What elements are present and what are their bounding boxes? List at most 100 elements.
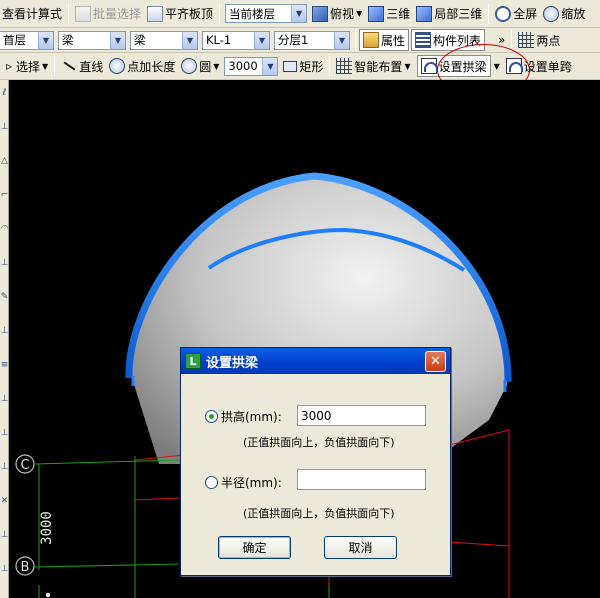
left-tool-icon[interactable]: ⊥ <box>0 258 9 268</box>
batch-select-icon <box>75 5 92 22</box>
batch-select-label: 批量选择 <box>93 7 142 21</box>
left-tool-icon[interactable]: ◠ <box>0 224 9 234</box>
axis-c-label: C <box>20 458 29 473</box>
axis-b-label: B <box>21 560 30 575</box>
member-dropdown[interactable]: KL-1 ▼ <box>202 30 270 50</box>
align-top-button[interactable]: 平齐板顶 <box>144 3 216 25</box>
rectangle-label: 矩形 <box>299 59 324 74</box>
left-tool-icon[interactable]: ⊥ <box>0 462 9 472</box>
radius-option[interactable]: 半径(mm): <box>205 474 282 491</box>
radius-input[interactable] <box>297 469 426 490</box>
properties-label: 属性 <box>381 33 406 48</box>
properties-button[interactable]: 属性 <box>359 29 410 51</box>
left-tool-icon[interactable]: ⊥ <box>0 394 9 404</box>
axis-origin-marker <box>46 593 50 597</box>
circle-label: 圆 <box>199 59 212 74</box>
zoom-button[interactable]: 缩放 <box>540 3 588 25</box>
local-three-d-button[interactable]: 局部三维 <box>413 3 485 25</box>
toolbar-separator <box>329 56 331 76</box>
type-dropdown[interactable]: 梁 ▼ <box>130 30 198 50</box>
chevron-down-icon: ▼ <box>291 5 307 22</box>
top-view-button[interactable]: 俯视 ▼ <box>309 3 365 25</box>
line-button[interactable]: 直线 <box>58 55 106 77</box>
local-three-d-label: 局部三维 <box>434 7 483 21</box>
close-icon: ✕ <box>430 353 441 369</box>
top-view-icon <box>312 5 329 22</box>
toolbar-separator <box>219 3 221 24</box>
floor-dropdown[interactable]: 首层 ▼ <box>0 30 54 50</box>
batch-select-button[interactable]: 批量选择 <box>72 3 144 25</box>
chevron-down-icon: ▼ <box>110 31 125 49</box>
layer-dropdown[interactable]: 分层1 ▼ <box>274 30 350 50</box>
close-button[interactable]: ✕ <box>425 350 446 372</box>
rectangle-icon <box>283 60 298 72</box>
length-value: 3000 <box>228 59 258 73</box>
left-tool-icon[interactable]: ⌐ <box>0 190 9 200</box>
length-input[interactable]: 3000 ▼ <box>224 56 279 76</box>
arch-height-hint: (正值拱面向上，负值拱面向下) <box>243 436 395 449</box>
point-length-icon <box>109 58 126 74</box>
view-formula-label: 查看计算式 <box>2 7 63 21</box>
ok-button[interactable]: 确定 <box>218 536 291 559</box>
smart-layout-button[interactable]: 智能布置 ▼ <box>333 55 413 77</box>
toolbar-separator <box>355 30 356 50</box>
set-single-span-label: 设置单跨 <box>523 59 572 74</box>
dialog-titlebar[interactable]: L 设置拱梁 ✕ <box>181 348 450 374</box>
left-tool-icon[interactable]: ⊥ <box>0 122 9 132</box>
cancel-button[interactable]: 取消 <box>324 536 397 559</box>
chevron-down-icon: ▼ <box>182 31 197 49</box>
point-length-button[interactable]: 点加长度 <box>106 55 178 77</box>
left-tool-icon[interactable]: ℓ <box>0 88 9 98</box>
left-tool-icon[interactable]: ⊥ <box>0 564 9 574</box>
radius-radio[interactable] <box>205 476 218 489</box>
arch-height-option[interactable]: 拱高(mm): <box>205 408 282 425</box>
line-icon <box>61 58 77 74</box>
toolbar-separator <box>68 3 70 24</box>
member-value: KL-1 <box>206 33 232 47</box>
circle-button[interactable]: 圆 ▼ <box>178 55 222 77</box>
magnifier-icon <box>543 5 560 22</box>
left-tool-icon[interactable]: △ <box>0 156 9 166</box>
toolbar-separator <box>54 56 56 76</box>
floor-select-value: 当前楼层 <box>229 6 276 21</box>
two-point-label: 两点 <box>536 33 561 48</box>
left-tool-icon[interactable]: ≡ <box>0 360 9 370</box>
member-list-icon <box>415 32 432 48</box>
arch-height-radio[interactable] <box>205 410 218 423</box>
chevron-down-icon: ▼ <box>254 31 269 49</box>
view-formula-button[interactable]: 查看计算式 <box>0 3 65 25</box>
smart-layout-label: 智能布置 <box>354 59 403 74</box>
floor-select-dropdown[interactable]: 当前楼层 ▼ <box>225 4 308 23</box>
chevron-down-icon: ▼ <box>213 61 220 71</box>
three-d-label: 三维 <box>386 7 411 21</box>
arch-height-label: 拱高(mm): <box>221 410 282 424</box>
floor-value: 首层 <box>3 33 26 47</box>
smart-layout-icon <box>336 58 353 74</box>
line-label: 直线 <box>79 59 104 74</box>
select-button[interactable]: ▹ 选择 ▼ <box>0 55 51 77</box>
fullscreen-button[interactable]: 全屏 <box>492 3 540 25</box>
category-value: 梁 <box>62 33 74 47</box>
app-icon: L <box>185 353 201 369</box>
set-arch-beam-dialog: L 设置拱梁 ✕ 拱高(mm): (正值拱面向上，负值拱面向下) 半径(mm):… <box>180 347 451 576</box>
properties-icon <box>363 32 379 48</box>
left-tool-icon[interactable]: ✕ <box>0 496 9 506</box>
chevron-down-icon: ▼ <box>38 31 53 49</box>
arch-height-input[interactable] <box>297 405 426 426</box>
left-tool-icon[interactable]: ✎ <box>0 292 9 302</box>
rectangle-button[interactable]: 矩形 <box>280 55 326 77</box>
main-toolbar: 查看计算式 批量选择 平齐板顶 当前楼层 ▼ 俯视 ▼ 三维 局部三维 全屏 缩放 <box>0 0 600 28</box>
category-dropdown[interactable]: 梁 ▼ <box>58 30 126 50</box>
point-length-label: 点加长度 <box>127 59 176 74</box>
two-point-button[interactable]: 两点 <box>515 29 563 51</box>
type-value: 梁 <box>134 33 146 47</box>
radius-hint: (正值拱面向上，负值拱面向下) <box>243 507 395 520</box>
left-tool-icon[interactable]: ⊥ <box>0 428 9 438</box>
left-tool-icon[interactable]: ⊥ <box>0 530 9 540</box>
left-tool-icon[interactable]: ⊥ <box>0 326 9 336</box>
chevron-down-icon: ▼ <box>262 57 278 75</box>
chevron-down-icon: ▼ <box>404 61 411 71</box>
arch-beam-icon <box>420 58 438 74</box>
three-d-button[interactable]: 三维 <box>365 3 413 25</box>
axis-grid-icon <box>518 32 535 48</box>
